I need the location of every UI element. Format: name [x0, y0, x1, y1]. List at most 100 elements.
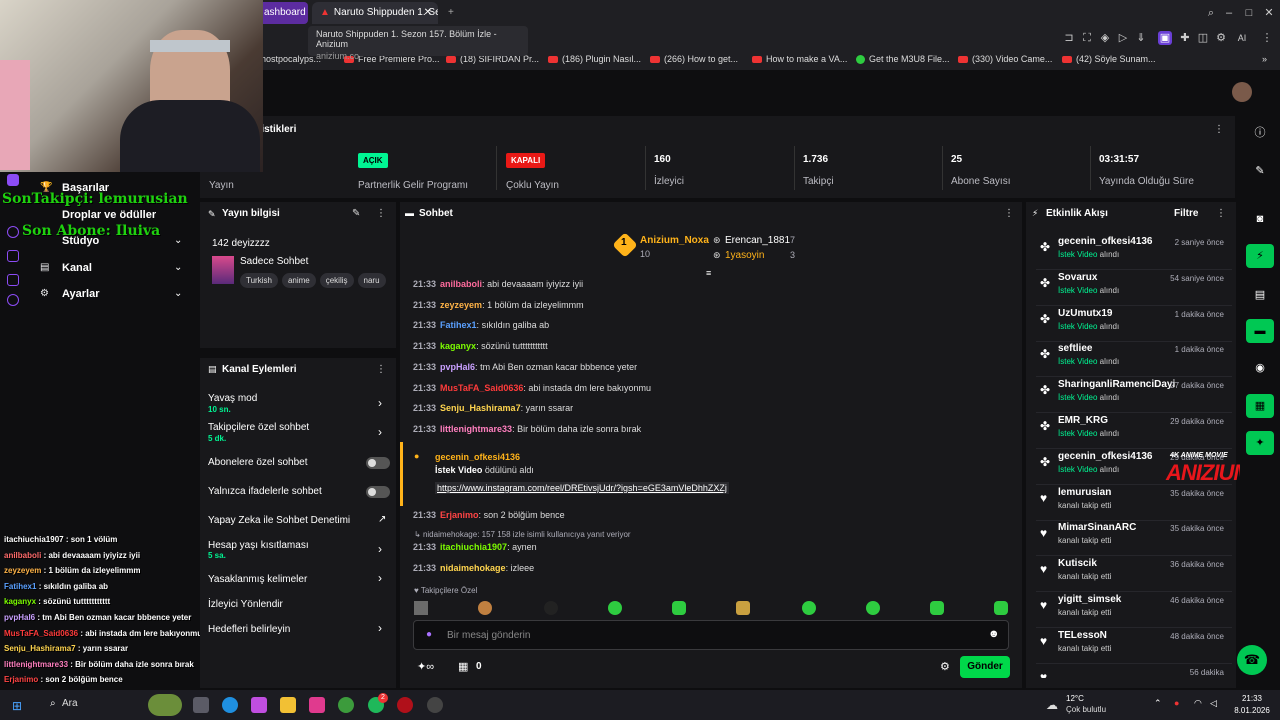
store-icon[interactable]: ▦ [458, 660, 468, 673]
pencil-icon[interactable]: ✎ [1253, 164, 1267, 178]
broadcast-icon[interactable]: ◉ [1253, 361, 1267, 375]
emoji-icon[interactable]: ☻ [988, 628, 1000, 640]
send-button[interactable]: Gönder [960, 656, 1010, 678]
extension-icon[interactable]: ▣ [1158, 31, 1172, 45]
activity-item[interactable]: ✤ UzUmutx19 İstek Video alındı 1 dakika önc… [1036, 306, 1232, 342]
chevron-right-icon[interactable]: › [378, 621, 382, 635]
support-icon[interactable]: ☎ [1237, 645, 1267, 675]
chevron-right-icon[interactable]: › [378, 571, 382, 585]
tag[interactable]: naru [357, 273, 386, 288]
chat-username[interactable]: Erjanimo [440, 510, 479, 520]
settings-icon[interactable]: ⚙ [1214, 31, 1228, 45]
emote[interactable] [930, 601, 944, 615]
clipboard-icon[interactable]: ▤ [1253, 288, 1267, 302]
search-tabs-icon[interactable]: ⌕ [1204, 6, 1218, 20]
redeem-link[interactable]: https://www.instagram.com/reel/DREtivsjU… [435, 482, 729, 494]
rail-icon[interactable] [7, 226, 19, 238]
leader-name[interactable]: 1yasoyin [725, 250, 764, 261]
chat-settings-icon[interactable]: ⚙ [940, 660, 950, 673]
new-tab-button[interactable]: + [440, 2, 456, 24]
widget-image[interactable] [148, 694, 182, 716]
activity-item[interactable]: ✤ gecenin_ofkesi4136 İstek Video alındı 2 s… [1036, 234, 1232, 270]
ai-moderation-label[interactable]: Yapay Zeka ile Sohbet Denetimi [208, 515, 350, 526]
banned-words-label[interactable]: Yasaklanmış kelimeler [208, 574, 307, 585]
activity-item[interactable]: ✤ SharinganliRamenciDayi İstek Video alınd… [1036, 377, 1232, 414]
chevron-down-icon[interactable]: ⌄ [174, 262, 182, 273]
screenshot-icon[interactable]: ⛶ [1080, 31, 1094, 45]
chrome-icon[interactable] [338, 697, 354, 713]
tab-naruto[interactable]: ▲ Naruto Shippuden 1. Se ✕ [312, 2, 438, 24]
bolt-icon[interactable]: ⚡ [1246, 244, 1274, 268]
chat-username[interactable]: MusTaFA_Said0636 [440, 383, 523, 393]
emote[interactable] [608, 601, 622, 615]
info-icon[interactable]: ⓘ [1253, 126, 1267, 140]
search-icon[interactable]: ⌕ [50, 698, 56, 709]
activity-user[interactable]: Sovarux [1058, 272, 1097, 283]
emote[interactable] [672, 601, 686, 615]
activity-user[interactable]: gecenin_ofkesi4136 [1058, 236, 1153, 247]
chevron-right-icon[interactable]: › [378, 425, 382, 439]
camera-icon[interactable]: ◙ [1253, 212, 1267, 226]
ai-button[interactable]: AI [1232, 31, 1252, 45]
chevron-right-icon[interactable]: › [378, 396, 382, 410]
activity-user[interactable]: gecenin_ofkesi4136 [1058, 451, 1153, 462]
chevron-down-icon[interactable]: ⌄ [174, 235, 182, 246]
chat-username[interactable]: nidaimehokage [440, 563, 506, 573]
activity-user[interactable]: TELessoN [1058, 630, 1107, 641]
activity-user[interactable]: seftliee [1058, 343, 1092, 354]
close-tab-icon[interactable]: ✕ [424, 2, 432, 24]
chat-username[interactable]: pvpHal6 [440, 362, 475, 372]
activity-menu-icon[interactable]: ⋮ [1216, 208, 1226, 219]
chat-bubble-icon[interactable]: ▬ [1246, 319, 1274, 343]
chat-username[interactable]: littlenightmare33 [440, 424, 512, 434]
menu-icon[interactable]: ⋮ [1260, 31, 1274, 45]
opera-icon[interactable] [397, 697, 413, 713]
bits-icon[interactable]: ✦∞ [417, 660, 434, 673]
bookmark-icon[interactable]: ⊐ [1062, 31, 1076, 45]
instagram-icon[interactable] [309, 697, 325, 713]
account-age-label[interactable]: Hesap yaşı kısıtlaması [208, 540, 309, 551]
emote[interactable] [736, 601, 750, 615]
activity-item[interactable]: ♥ 56 dakika [1036, 664, 1232, 678]
subs-only-toggle[interactable] [366, 457, 390, 469]
emote-only-toggle[interactable] [366, 486, 390, 498]
tag[interactable]: çekiliş [319, 273, 354, 288]
followers-only-label[interactable]: Takipçilere özel sohbet [208, 422, 309, 433]
mic-icon[interactable]: ● [426, 629, 432, 640]
twitch-icon[interactable] [7, 174, 19, 186]
chat-username[interactable]: zeyzeyem [440, 300, 482, 310]
chat-input[interactable]: ● Bir mesaj gönderin ☻ [413, 620, 1009, 650]
activity-user[interactable]: MimarSinanARC [1058, 522, 1136, 533]
rail-icon[interactable] [7, 274, 19, 286]
leader-name[interactable]: Erencan_1881 [725, 235, 790, 246]
chat-username[interactable]: kaganyx [440, 341, 476, 351]
emote[interactable] [994, 601, 1008, 615]
bookmark-item[interactable]: (266) How to get... [650, 54, 738, 64]
bookmark-item[interactable]: How to make a VA... [752, 54, 847, 64]
category-thumbnail[interactable] [212, 256, 234, 284]
rail-settings-icon[interactable] [7, 294, 19, 306]
expand-leaderboard-icon[interactable]: ≡ [706, 268, 711, 278]
emote[interactable] [544, 601, 558, 615]
external-link-icon[interactable]: ↗ [378, 514, 386, 525]
stats-menu-icon[interactable]: ⋮ [1214, 124, 1224, 135]
emote[interactable] [414, 601, 428, 615]
obs-icon[interactable] [427, 697, 443, 713]
edge-icon[interactable] [222, 697, 238, 713]
redeem-user[interactable]: gecenin_ofkesi4136 [435, 452, 520, 462]
panel-menu-icon[interactable]: ⋮ [376, 208, 386, 219]
edit-icon[interactable]: ✎ [352, 208, 360, 219]
file-explorer-icon[interactable] [280, 697, 296, 713]
volume-icon[interactable]: ◁ [1210, 698, 1217, 709]
tag[interactable]: Turkish [240, 273, 278, 288]
activity-item[interactable]: ♥ lemurusian kanalı takip etti 35 dakika ön… [1036, 485, 1232, 521]
activity-item[interactable]: ✤ EMR_KRG İstek Video alındı 29 dakika önce [1036, 413, 1232, 449]
tray-chevron-icon[interactable]: ⌃ [1154, 698, 1162, 709]
taskview-icon[interactable] [193, 697, 209, 713]
emote[interactable] [866, 601, 880, 615]
puzzle-icon[interactable]: ✚ [1178, 31, 1192, 45]
activity-user[interactable]: lemurusian [1058, 487, 1111, 498]
chat-username[interactable]: Fatihex1 [440, 320, 477, 330]
activity-item[interactable]: ♥ yigitt_simsek kanalı takip etti 46 dakika… [1036, 592, 1232, 628]
bookmark-item[interactable]: Get the M3U8 File... [856, 54, 950, 65]
